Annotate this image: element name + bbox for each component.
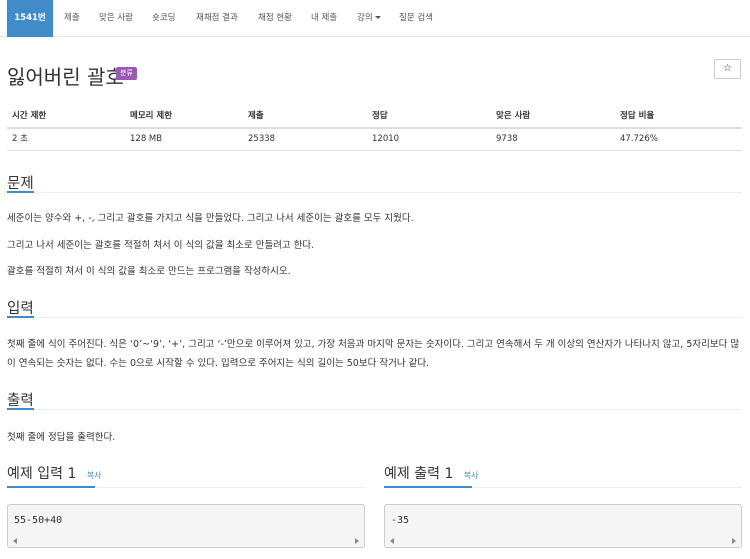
scroll-left-icon[interactable] <box>13 538 17 544</box>
header-solvers: 맞은 사람 <box>496 111 531 121</box>
info-table-header: 시간 제한 메모리 제한 제출 정답 맞은 사람 정답 비율 <box>7 106 742 129</box>
memory-limit-value: 128 MB <box>130 134 163 144</box>
sample-output-box[interactable]: -35 <box>384 504 742 548</box>
sample-input-text: 55-50+40 <box>14 515 63 526</box>
tab-question-search[interactable]: 질문 검색 <box>399 0 433 37</box>
submissions-value: 25338 <box>248 134 276 144</box>
header-submissions: 제출 <box>248 111 264 121</box>
header-time-limit: 시간 제한 <box>12 111 47 121</box>
tab-my-submissions[interactable]: 내 제출 <box>311 0 337 37</box>
sample-output-text: -35 <box>391 515 410 526</box>
header-memory-limit: 메모리 제한 <box>130 111 173 121</box>
sample-output-divider <box>384 486 742 488</box>
input-heading: 입력 <box>7 301 34 317</box>
info-table-row: 2 초 128 MB 25338 12010 9738 47.726% <box>7 129 742 151</box>
caret-down-icon <box>374 16 381 19</box>
sample-output-number: 1 <box>444 466 454 482</box>
output-description: 첫째 줄에 정답을 출력한다. <box>7 432 116 443</box>
tab-short-coding[interactable]: 숏코딩 <box>152 0 175 37</box>
problem-heading: 문제 <box>7 176 34 192</box>
output-heading: 출력 <box>7 393 34 409</box>
problem-heading-divider <box>7 191 742 193</box>
scroll-right-icon[interactable] <box>355 538 359 544</box>
scroll-left-icon[interactable] <box>390 538 394 544</box>
tab-judge-status[interactable]: 채점 현황 <box>258 0 292 37</box>
output-heading-divider <box>7 408 742 410</box>
sample-input-title: 예제 입력 <box>7 466 63 482</box>
tab-lecture-dropdown[interactable]: 강의 <box>357 0 381 37</box>
accept-rate-value: 47.726% <box>620 134 658 144</box>
category-badge[interactable]: 분류 <box>116 67 137 80</box>
input-description: 첫째 줄에 식이 주어진다. 식은 ‘0’~‘9’, ‘+’, 그리고 ‘-’만… <box>7 339 740 369</box>
input-heading-divider <box>7 316 742 318</box>
time-limit-value: 2 초 <box>12 134 28 144</box>
tab-correct-users[interactable]: 맞은 사람 <box>99 0 133 37</box>
tab-rejudge-result[interactable]: 재채점 결과 <box>196 0 238 37</box>
sample-output-heading: 예제 출력 1 복사 <box>384 463 479 483</box>
problem-paragraph: 그리고 나서 세준이는 괄호를 적절히 쳐서 이 식의 값을 최소로 만들려고 … <box>7 240 315 251</box>
copy-sample-output-button[interactable]: 복사 <box>464 471 479 480</box>
star-icon: ☆ <box>723 63 732 74</box>
page-title: 잃어버린 괄호 <box>7 65 124 89</box>
sample-input-divider <box>7 486 365 488</box>
sample-input-number: 1 <box>67 466 77 482</box>
favorite-button[interactable]: ☆ <box>714 59 741 79</box>
problem-nav: 1541번 제출 맞은 사람 숏코딩 재채점 결과 채점 현황 내 제출 강의 … <box>0 0 750 37</box>
copy-sample-input-button[interactable]: 복사 <box>87 471 102 480</box>
solvers-value: 9738 <box>496 134 518 144</box>
tab-submit[interactable]: 제출 <box>64 0 80 37</box>
problem-paragraph: 세준이는 양수와 +, -, 그리고 괄호를 가지고 식을 만들었다. 그리고 … <box>7 213 414 224</box>
sample-output-title: 예제 출력 <box>384 466 440 482</box>
scroll-right-icon[interactable] <box>732 538 736 544</box>
sample-input-box[interactable]: 55-50+40 <box>7 504 365 548</box>
header-accept-rate: 정답 비율 <box>620 111 655 121</box>
tab-problem[interactable]: 1541번 <box>7 0 53 37</box>
problem-paragraph: 괄호를 적절히 쳐서 이 식의 값을 최소로 만드는 프로그램을 작성하시오. <box>7 266 291 277</box>
sample-input-heading: 예제 입력 1 복사 <box>7 463 102 483</box>
accepted-value: 12010 <box>372 134 400 144</box>
tab-lecture-label: 강의 <box>357 13 373 23</box>
header-accepted: 정답 <box>372 111 388 121</box>
